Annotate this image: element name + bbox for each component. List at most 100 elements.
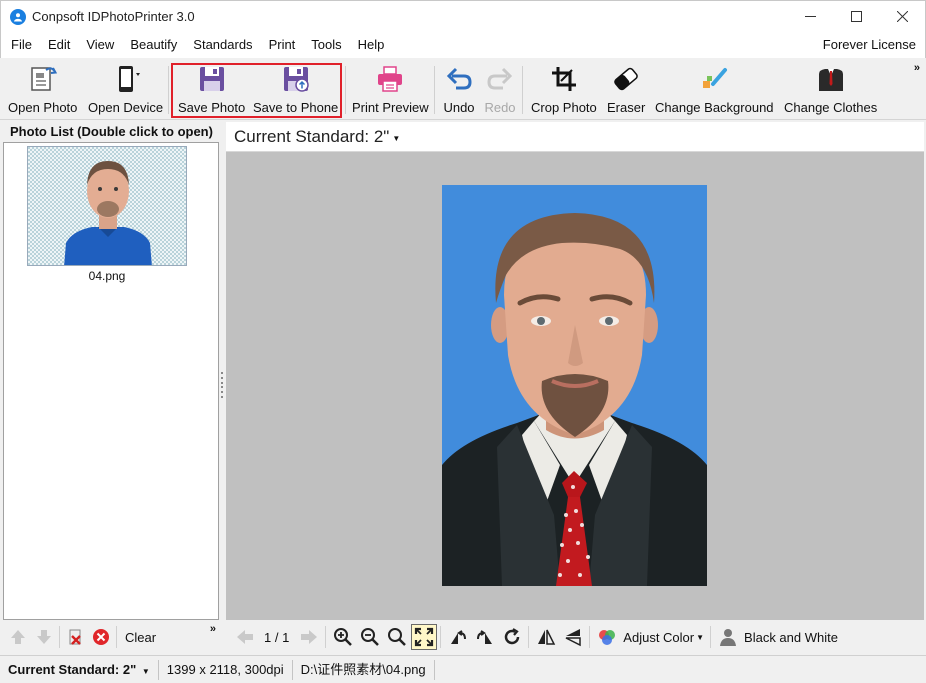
print-preview-button[interactable]: Print Preview xyxy=(352,62,429,118)
undo-label: Undo xyxy=(443,100,475,115)
chevron-down-icon: ▼ xyxy=(141,666,150,676)
change-clothes-button[interactable]: Change Clothes xyxy=(784,62,877,118)
separator xyxy=(528,626,530,648)
open-device-label: Open Device xyxy=(88,100,164,115)
zoom-in-button[interactable] xyxy=(330,624,356,650)
delete-file-icon xyxy=(69,629,81,645)
eraser-label: Eraser xyxy=(607,100,646,115)
photo-list-overflow-button[interactable]: » xyxy=(210,623,216,635)
black-and-white-button[interactable]: Black and White xyxy=(744,630,838,645)
license-label: Forever License xyxy=(822,37,916,52)
open-photo-button[interactable]: Open Photo xyxy=(8,62,77,118)
minimize-button[interactable] xyxy=(787,1,833,32)
standard-selector[interactable]: Current Standard: 2" ▼ xyxy=(226,122,924,152)
menu-file[interactable]: File xyxy=(1,32,40,58)
redo-button[interactable]: Redo xyxy=(483,62,517,118)
photo-canvas[interactable] xyxy=(226,152,924,620)
refresh-icon xyxy=(505,628,520,645)
separator xyxy=(325,626,327,648)
previous-page-button[interactable] xyxy=(232,624,258,650)
flip-vertical-button[interactable] xyxy=(560,624,586,650)
open-photo-label: Open Photo xyxy=(8,100,78,115)
arrow-up-icon xyxy=(11,630,25,644)
close-circle-icon xyxy=(93,629,109,645)
toolbar-separator xyxy=(345,66,346,114)
rotate-right-icon xyxy=(477,630,493,644)
zoom-in-icon xyxy=(334,628,353,646)
open-device-button[interactable]: Open Device xyxy=(88,62,163,118)
suit-icon xyxy=(814,62,848,96)
open-photo-icon xyxy=(26,62,60,96)
arrow-down-icon xyxy=(37,630,51,644)
undo-button[interactable]: Undo xyxy=(442,62,476,118)
remove-all-button[interactable] xyxy=(90,626,112,648)
crop-photo-button[interactable]: Crop Photo xyxy=(531,62,597,118)
rotate-180-button[interactable] xyxy=(499,624,525,650)
change-background-label: Change Background xyxy=(655,100,774,115)
clear-button[interactable]: Clear xyxy=(125,630,156,645)
id-photo[interactable] xyxy=(442,185,707,586)
arrow-left-icon xyxy=(237,630,253,644)
separator xyxy=(440,626,442,648)
photo-thumbnail[interactable] xyxy=(27,146,187,266)
move-down-button[interactable] xyxy=(33,626,55,648)
eraser-icon xyxy=(609,62,643,96)
panel-splitter[interactable] xyxy=(221,372,224,398)
menu-edit[interactable]: Edit xyxy=(40,32,78,58)
toolbar-overflow-button[interactable]: » xyxy=(914,62,920,74)
current-standard-label: Current Standard: 2" xyxy=(234,126,390,146)
save-group-highlight xyxy=(171,63,342,118)
page-indicator: 1 / 1 xyxy=(264,629,290,645)
rotate-right-button[interactable] xyxy=(472,624,498,650)
adjust-color-icon xyxy=(594,624,620,650)
next-page-button[interactable] xyxy=(296,624,322,650)
close-window-button[interactable] xyxy=(879,1,925,32)
photo-filename: 04.png xyxy=(88,269,126,283)
photo-list-panel[interactable]: 04.png xyxy=(3,142,219,620)
view-toolbar: 1 / 1 Adjust Color ▼ Black and White xyxy=(226,622,924,652)
status-standard-label: Current Standard: 2" xyxy=(8,661,137,677)
fit-screen-icon xyxy=(415,627,434,647)
flip-horizontal-icon xyxy=(538,629,556,645)
separator xyxy=(59,626,60,648)
photo-list-toolbar: Clear » xyxy=(3,622,220,652)
window-title: Conpsoft IDPhotoPrinter 3.0 xyxy=(32,9,195,24)
change-clothes-label: Change Clothes xyxy=(784,100,878,115)
arrow-right-icon xyxy=(301,630,318,644)
menu-print[interactable]: Print xyxy=(261,32,304,58)
status-standard[interactable]: Current Standard: 2" ▼ xyxy=(0,659,159,680)
rotate-left-icon xyxy=(451,630,467,644)
menu-tools[interactable]: Tools xyxy=(303,32,349,58)
eraser-button[interactable]: Eraser xyxy=(607,62,645,118)
separator xyxy=(589,626,591,648)
status-path: D:\证件照素材\04.png xyxy=(293,659,435,680)
photo-list-header: Photo List (Double click to open) xyxy=(10,124,213,139)
printer-icon xyxy=(373,62,407,96)
menu-standards[interactable]: Standards xyxy=(185,32,260,58)
move-up-button[interactable] xyxy=(7,626,29,648)
maximize-button[interactable] xyxy=(833,1,879,32)
separator xyxy=(710,626,712,648)
flip-vertical-icon xyxy=(565,629,582,647)
crop-photo-label: Crop Photo xyxy=(531,100,597,115)
redo-label: Redo xyxy=(484,100,516,115)
fit-to-window-button[interactable] xyxy=(411,624,438,650)
delete-photo-button[interactable] xyxy=(64,626,86,648)
adjust-color-button[interactable]: Adjust Color xyxy=(623,630,694,645)
rotate-left-button[interactable] xyxy=(445,624,471,650)
phone-icon xyxy=(109,62,143,96)
actual-size-button[interactable] xyxy=(384,624,410,650)
change-background-button[interactable]: Change Background xyxy=(655,62,774,118)
menu-help[interactable]: Help xyxy=(350,32,393,58)
menu-view[interactable]: View xyxy=(78,32,122,58)
flip-horizontal-button[interactable] xyxy=(533,624,559,650)
zoom-out-button[interactable] xyxy=(357,624,383,650)
person-icon xyxy=(715,624,741,650)
print-preview-label: Print Preview xyxy=(352,100,429,115)
main-toolbar: Open Photo Open Device Save Photo Save t… xyxy=(0,58,926,120)
redo-icon xyxy=(483,62,517,96)
menu-bar: File Edit View Beautify Standards Print … xyxy=(0,32,926,58)
toolbar-separator xyxy=(522,66,523,114)
toolbar-separator xyxy=(434,66,435,114)
menu-beautify[interactable]: Beautify xyxy=(122,32,185,58)
